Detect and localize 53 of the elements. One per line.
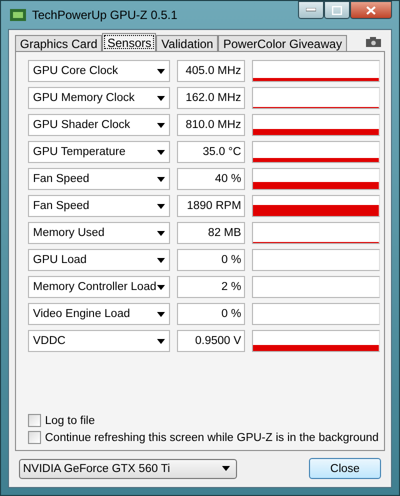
gpu-dropdown[interactable]: NVIDIA GeForce GTX 560 Ti (19, 458, 237, 478)
close-window-button[interactable] (350, 1, 392, 19)
sensor-value: 810.0 MHz (176, 114, 246, 136)
caret-icon (156, 230, 165, 236)
sensor-dropdown[interactable]: GPU Shader Clock (28, 114, 170, 136)
checkbox-label: Log to file (45, 414, 95, 426)
tab[interactable]: Validation (156, 35, 218, 51)
sensor-value: 0.9500 V (176, 330, 246, 352)
sensor-value: 35.0 °C (176, 141, 246, 163)
sensor-dropdown[interactable]: GPU Temperature (28, 141, 170, 163)
sensor-value: 1890 RPM (176, 195, 246, 217)
close-button[interactable]: Close (309, 458, 381, 479)
tab[interactable]: Sensors (102, 33, 156, 51)
window-title: TechPowerUp GPU-Z 0.5.1 (32, 8, 178, 22)
app-icon (10, 8, 26, 22)
sensor-dropdown[interactable]: Video Engine Load (28, 303, 170, 325)
sensor-value: 0 % (176, 249, 246, 271)
close-icon (366, 6, 376, 14)
sensor-value: 40 % (176, 168, 246, 190)
caret-icon (156, 258, 165, 262)
checkbox[interactable] (28, 431, 41, 444)
sensor-value: 0 % (176, 303, 246, 325)
minimize-button[interactable] (298, 1, 324, 19)
caret-icon (156, 122, 165, 128)
caret-icon (156, 284, 165, 290)
sensor-dropdown[interactable]: Memory Used (28, 222, 170, 244)
caret-icon (156, 338, 165, 344)
sensor-value: 405.0 MHz (176, 60, 246, 82)
caret-icon (156, 96, 165, 100)
sensor-value: 82 MB (176, 222, 246, 244)
sensor-dropdown[interactable]: VDDC (28, 330, 170, 352)
minimize-icon (306, 8, 316, 12)
caret-icon (156, 68, 165, 74)
tab[interactable]: Graphics Card (15, 35, 102, 51)
sensor-dropdown[interactable]: GPU Memory Clock (28, 87, 170, 109)
sensor-value: 162.0 MHz (176, 87, 246, 109)
caret-icon (156, 150, 165, 154)
caret-icon (222, 466, 230, 471)
sensor-dropdown[interactable]: Fan Speed (28, 195, 170, 217)
sensor-dropdown[interactable]: GPU Core Clock (28, 60, 170, 82)
tab[interactable]: PowerColor Giveaway (218, 35, 347, 51)
sensor-dropdown[interactable]: GPU Load (28, 249, 170, 271)
maximize-button[interactable] (324, 1, 350, 19)
caret-icon (156, 312, 165, 316)
sensor-dropdown[interactable]: Memory Controller Load (28, 276, 170, 298)
caret-icon (156, 204, 165, 208)
checkbox-label: Continue refreshing this screen while GPU-Z is in the background (45, 432, 379, 444)
maximize-icon (332, 6, 342, 14)
caret-icon (156, 176, 165, 182)
sensor-dropdown[interactable]: Fan Speed (28, 168, 170, 190)
sensor-value: 2 % (176, 276, 246, 298)
checkbox[interactable] (28, 414, 41, 427)
camera-icon[interactable] (366, 37, 381, 47)
